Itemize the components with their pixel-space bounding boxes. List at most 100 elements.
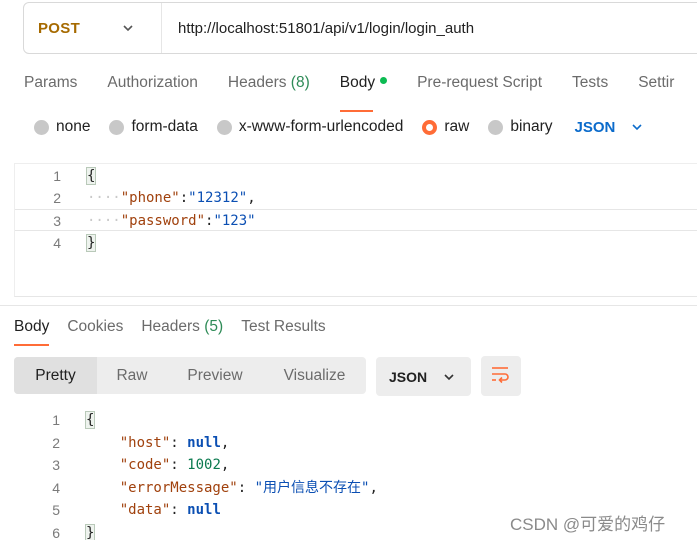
tab-settings[interactable]: Settir	[638, 74, 674, 104]
close-brace: }	[85, 234, 97, 252]
json-key: "errorMessage"	[119, 480, 238, 496]
code-line: 3 "code": 1002,	[14, 454, 697, 476]
radio-circle-selected	[422, 119, 438, 135]
radio-form-data[interactable]: form-data	[109, 118, 198, 136]
tab-cookies[interactable]: Cookies	[67, 318, 123, 336]
body-indicator-dot	[380, 77, 388, 85]
tab-headers-label: Headers	[227, 74, 287, 91]
tab-authorization[interactable]: Authorization	[107, 74, 197, 104]
tab-body[interactable]: Body	[339, 74, 388, 112]
method-label: POST	[38, 19, 81, 37]
url-bar: POST http://localhost:51801/api/v1/login…	[23, 2, 697, 54]
json-key: "data"	[119, 502, 171, 518]
radio-raw[interactable]: raw	[422, 118, 469, 136]
json-key: "host"	[119, 435, 171, 451]
code-text: "data": null	[119, 502, 221, 518]
radio-binary-label: binary	[510, 118, 553, 135]
tab-response-headers-label: Headers	[141, 318, 200, 335]
tab-response-headers[interactable]: Headers (5)	[141, 318, 223, 336]
url-input[interactable]: http://localhost:51801/api/v1/login/logi…	[162, 20, 474, 37]
line-number: 3	[53, 213, 61, 229]
radio-circle	[488, 119, 504, 135]
line-number: 2	[53, 190, 61, 206]
line-number: 3	[52, 457, 60, 473]
json-value: "123"	[213, 213, 256, 229]
view-raw[interactable]: Raw	[97, 357, 167, 394]
json-value: "12312"	[188, 190, 248, 206]
headers-count: (8)	[290, 74, 310, 91]
code-line: 1 {	[14, 409, 697, 431]
watermark: CSDN @可爱的鸡仔	[510, 515, 666, 534]
json-value: "用户信息不存在"	[254, 480, 370, 496]
tab-headers[interactable]: Headers (8)	[228, 74, 310, 104]
method-dropdown[interactable]: POST	[24, 3, 162, 53]
radio-x-www-form-urlencoded[interactable]: x-www-form-urlencoded	[216, 118, 404, 136]
radio-circle	[34, 119, 49, 135]
code-line: 1 {	[15, 165, 697, 187]
tab-response-body[interactable]: Body	[14, 318, 50, 346]
pane-divider[interactable]	[0, 305, 697, 306]
code-line-active: 3 ····"password":"123"	[15, 209, 697, 231]
radio-binary[interactable]: binary	[488, 118, 553, 136]
chevron-down-icon	[629, 119, 645, 135]
radio-none-label: none	[56, 118, 91, 135]
json-key: "password"	[120, 213, 206, 229]
radio-raw-label: raw	[444, 118, 470, 135]
json-value: null	[187, 435, 221, 451]
code-text: {	[85, 165, 97, 187]
response-format-dropdown[interactable]: JSON	[376, 357, 471, 396]
tab-tests[interactable]: Tests	[572, 74, 608, 104]
tab-params[interactable]: Params	[24, 74, 77, 104]
chevron-down-icon	[441, 369, 457, 385]
code-line: 4 "errorMessage": "用户信息不存在",	[14, 477, 697, 499]
body-type-radios: none form-data x-www-form-urlencoded raw…	[34, 118, 645, 136]
view-pretty[interactable]: Pretty	[14, 357, 97, 394]
radio-urlencoded-label: x-www-form-urlencoded	[238, 118, 404, 135]
response-view-switcher: Pretty Raw Preview Visualize	[14, 357, 366, 394]
tab-body-label: Body	[339, 74, 376, 91]
code-text: }	[84, 522, 96, 540]
line-number: 1	[52, 412, 60, 428]
code-text: ····"phone":"12312",	[87, 190, 256, 206]
view-preview[interactable]: Preview	[167, 357, 263, 394]
response-headers-count: (5)	[204, 318, 224, 335]
close-brace: }	[84, 524, 96, 540]
code-text: "host": null,	[119, 435, 230, 451]
radio-circle	[109, 119, 125, 135]
wrap-lines-icon	[490, 364, 512, 389]
line-number: 4	[52, 480, 60, 496]
code-text: "code": 1002,	[119, 457, 230, 473]
tab-pre-request-script[interactable]: Pre-request Script	[417, 74, 542, 104]
body-format-dropdown[interactable]: JSON	[575, 119, 646, 136]
json-key: "code"	[119, 457, 171, 473]
line-number: 6	[52, 525, 60, 540]
radio-none[interactable]: none	[34, 118, 90, 136]
json-value: 1002	[187, 457, 221, 473]
radio-circle	[216, 119, 232, 135]
request-body-editor[interactable]: 1 { 2 ····"phone":"12312", 3 ····"passwo…	[14, 163, 697, 297]
code-line: 2 "host": null,	[14, 432, 697, 454]
request-tabs: Params Authorization Headers (8) Body Pr…	[24, 74, 697, 112]
code-text: {	[84, 409, 96, 431]
response-tabs: Body Cookies Headers (5) Test Results	[14, 318, 344, 346]
code-text: ····"password":"123"	[87, 213, 256, 229]
open-brace: {	[85, 167, 97, 185]
line-number: 5	[52, 502, 60, 518]
view-visualize[interactable]: Visualize	[263, 357, 366, 394]
line-number: 2	[52, 435, 60, 451]
code-text: "errorMessage": "用户信息不存在",	[119, 480, 378, 496]
radio-form-data-label: form-data	[131, 118, 198, 135]
open-brace: {	[84, 411, 96, 429]
line-number: 4	[53, 235, 61, 251]
json-key: "phone"	[120, 190, 180, 206]
body-format-label: JSON	[574, 118, 616, 136]
tab-test-results[interactable]: Test Results	[241, 318, 325, 336]
chevron-down-icon	[120, 20, 136, 36]
json-value: null	[187, 502, 221, 518]
code-line: 2 ····"phone":"12312",	[15, 187, 697, 209]
code-text: }	[85, 232, 97, 254]
line-number: 1	[53, 168, 61, 184]
code-line: 4 }	[15, 232, 697, 254]
wrap-lines-button[interactable]	[481, 356, 521, 396]
response-format-label: JSON	[389, 368, 428, 385]
